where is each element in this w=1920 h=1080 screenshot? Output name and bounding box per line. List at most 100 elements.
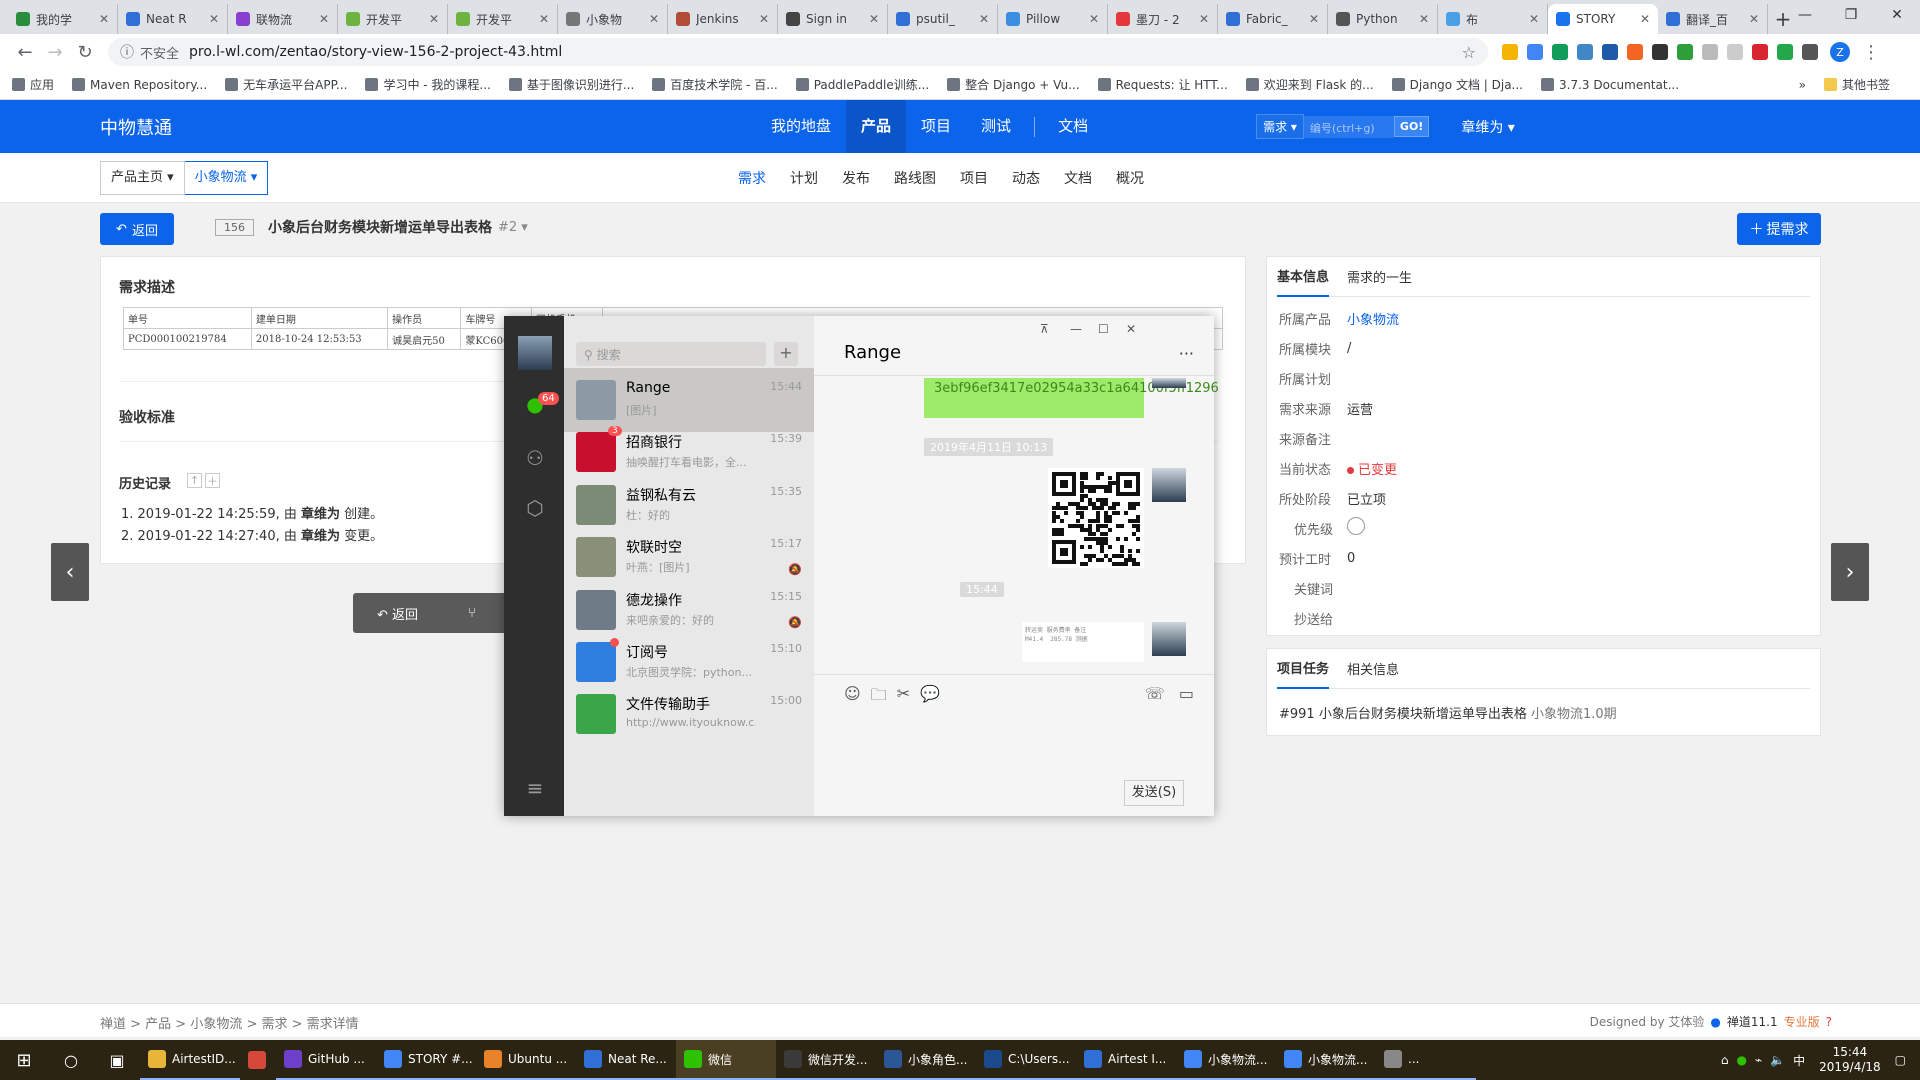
sender-avatar[interactable] [1152,622,1186,656]
bookmark-item[interactable]: PaddlePaddle训练... [795,76,929,93]
browser-tab[interactable]: 翻译_百 ✕ [1658,4,1768,34]
bookmark-item[interactable]: Requests: 让 HTT... [1097,76,1228,93]
windows-start-icon[interactable]: ⊞ [0,1050,48,1071]
extension-icon[interactable] [1627,44,1643,60]
my-avatar[interactable] [518,336,552,370]
bookmark-item[interactable]: 学习中 - 我的课程... [365,76,491,93]
nav-item[interactable]: 测试 [966,100,1026,153]
sender-avatar[interactable] [1152,468,1186,502]
crumb-product-home[interactable]: 产品主页 ▾ [100,161,185,195]
tab-close-icon[interactable]: ✕ [1089,12,1099,26]
sort-icon[interactable]: ↑ [187,473,202,488]
extension-icon[interactable] [1752,44,1768,60]
nav-item[interactable]: 文档 [1043,100,1103,153]
extension-icon[interactable] [1677,44,1693,60]
bookmark-item[interactable]: 百度技术学院 - 百... [652,76,778,93]
notification-icon[interactable]: ▢ [1895,1053,1906,1067]
folder-icon[interactable]: 🗀 [871,684,887,711]
taskbar-app[interactable] [240,1040,276,1080]
extension-icon[interactable] [1502,44,1518,60]
subtab-item[interactable]: 文档 [1064,168,1092,188]
extension-icon[interactable] [1777,44,1793,60]
browser-tab[interactable]: Sign in ✕ [778,4,888,34]
taskbar-app[interactable]: C:\Users... [976,1040,1076,1080]
sender-avatar[interactable] [1152,378,1186,388]
bookmark-item[interactable]: 欢迎来到 Flask 的... [1245,76,1374,93]
browser-tab[interactable]: 开发平 ✕ [448,4,558,34]
panel-tab[interactable]: 需求的一生 [1347,257,1412,296]
reload-icon[interactable]: ↻ [70,42,100,63]
menu-hamburger-icon[interactable]: ≡ [522,776,548,802]
video-icon[interactable]: ▭ [1179,684,1194,703]
restore-icon[interactable]: ❐ [1828,0,1874,30]
taskbar-app[interactable]: AirtestID... [140,1040,240,1080]
bookmark-item[interactable]: 无车承运平台APP... [225,76,347,93]
task-view-icon[interactable]: ▣ [94,1051,140,1070]
taskbar-app[interactable]: ... [1376,1040,1476,1080]
footer-edition[interactable]: 专业版 [1784,1013,1820,1030]
subtab-item[interactable]: 路线图 [894,168,936,188]
tab-close-icon[interactable]: ✕ [319,12,329,26]
bookmark-item[interactable]: Maven Repository... [72,76,207,93]
panel-tab[interactable]: 项目任务 [1277,648,1330,689]
tab-close-icon[interactable]: ✕ [429,12,439,26]
task-item[interactable]: #991 小象后台财务模块新增运单导出表格 小象物流1.0期 [1279,703,1808,722]
bookmarks-more-icon[interactable]: » [1799,78,1806,92]
chat-list-item[interactable]: 文件传输助手 http://www.ityouknow.c... 15:00 [564,682,814,746]
prev-story-arrow[interactable]: ‹ [51,543,89,601]
back-button[interactable]: ↶ 返回 [100,213,174,245]
contacts-icon[interactable]: ⚇ [522,446,548,472]
extension-icon[interactable] [1727,44,1743,60]
browser-tab[interactable]: 小象物 ✕ [558,4,668,34]
taskbar-app[interactable]: 小象物流... [1176,1040,1276,1080]
subtab-item[interactable]: 需求 [738,168,766,188]
send-button[interactable]: 发送(S) [1124,780,1184,806]
subtab-item[interactable]: 计划 [790,168,818,188]
nav-item[interactable]: 项目 [906,100,966,153]
table-image-message[interactable]: 转运卖 服务费率 备注 M41.4 285.78 测据 [1022,622,1144,662]
other-bookmarks[interactable]: 其他书签 [1823,76,1890,93]
pin-icon[interactable]: ⊼ [1040,322,1049,336]
phone-icon[interactable]: ☏ [1145,684,1165,703]
browser-tab[interactable]: 联物流 ✕ [228,4,338,34]
taskbar-app[interactable]: STORY #... [376,1040,476,1080]
tab-close-icon[interactable]: ✕ [1199,12,1209,26]
browser-tab[interactable]: psutil_ ✕ [888,4,998,34]
message-bubble[interactable]: 3ebf96ef3417e02954a33c1a64100f5ff1296 [924,378,1219,418]
browser-tab[interactable]: 布 ✕ [1438,4,1548,34]
taskbar-app[interactable]: 微信 [676,1040,776,1080]
extension-icon[interactable] [1552,44,1568,60]
taskbar-app[interactable]: 微信开发... [776,1040,876,1080]
extension-icon[interactable] [1702,44,1718,60]
search-go-button[interactable]: GO! [1393,116,1430,137]
taskbar-app[interactable]: Airtest I... [1076,1040,1176,1080]
bookmark-item[interactable]: 整合 Django + Vu... [947,76,1080,93]
tab-close-icon[interactable]: ✕ [759,12,769,26]
branch-icon[interactable]: ⑂ [468,606,476,621]
bookmark-item[interactable]: 3.7.3 Documentat... [1541,76,1679,93]
bookmark-item[interactable]: Django 文档 | Dja... [1391,76,1523,93]
tab-close-icon[interactable]: ✕ [1419,12,1429,26]
bottom-back-button[interactable]: ↶ 返回 [377,604,418,623]
tab-close-icon[interactable]: ✕ [979,12,989,26]
footer-version[interactable]: 禅道11.1 [1727,1013,1778,1030]
profile-avatar[interactable]: Z [1830,42,1850,62]
brand-logo[interactable]: 中物慧通 [100,114,172,140]
tab-close-icon[interactable]: ✕ [649,12,659,26]
task-link[interactable]: #991 小象后台财务模块新增运单导出表格 [1279,707,1527,722]
version-switch[interactable]: #2 ▾ [498,220,528,235]
info-icon[interactable]: ⓘ [120,42,134,62]
add-chat-button[interactable]: + [774,342,798,366]
tray-wechat-icon[interactable]: ● [1736,1053,1746,1067]
create-story-button[interactable]: ＋ 提需求 [1737,213,1821,245]
menu-kebab-icon[interactable]: ⋮ [1856,42,1886,63]
taskbar-app[interactable]: Ubuntu ... [476,1040,576,1080]
tab-close-icon[interactable]: ✕ [1309,12,1319,26]
extension-icon[interactable] [1652,44,1668,60]
tab-close-icon[interactable]: ✕ [539,12,549,26]
browser-tab[interactable]: 开发平 ✕ [338,4,448,34]
close-icon[interactable]: ✕ [1874,0,1920,30]
search-type-select[interactable]: 需求 ▾ [1256,114,1304,139]
tray-network-icon[interactable]: ⌁ [1755,1053,1762,1067]
taskbar-app[interactable]: 小象角色... [876,1040,976,1080]
